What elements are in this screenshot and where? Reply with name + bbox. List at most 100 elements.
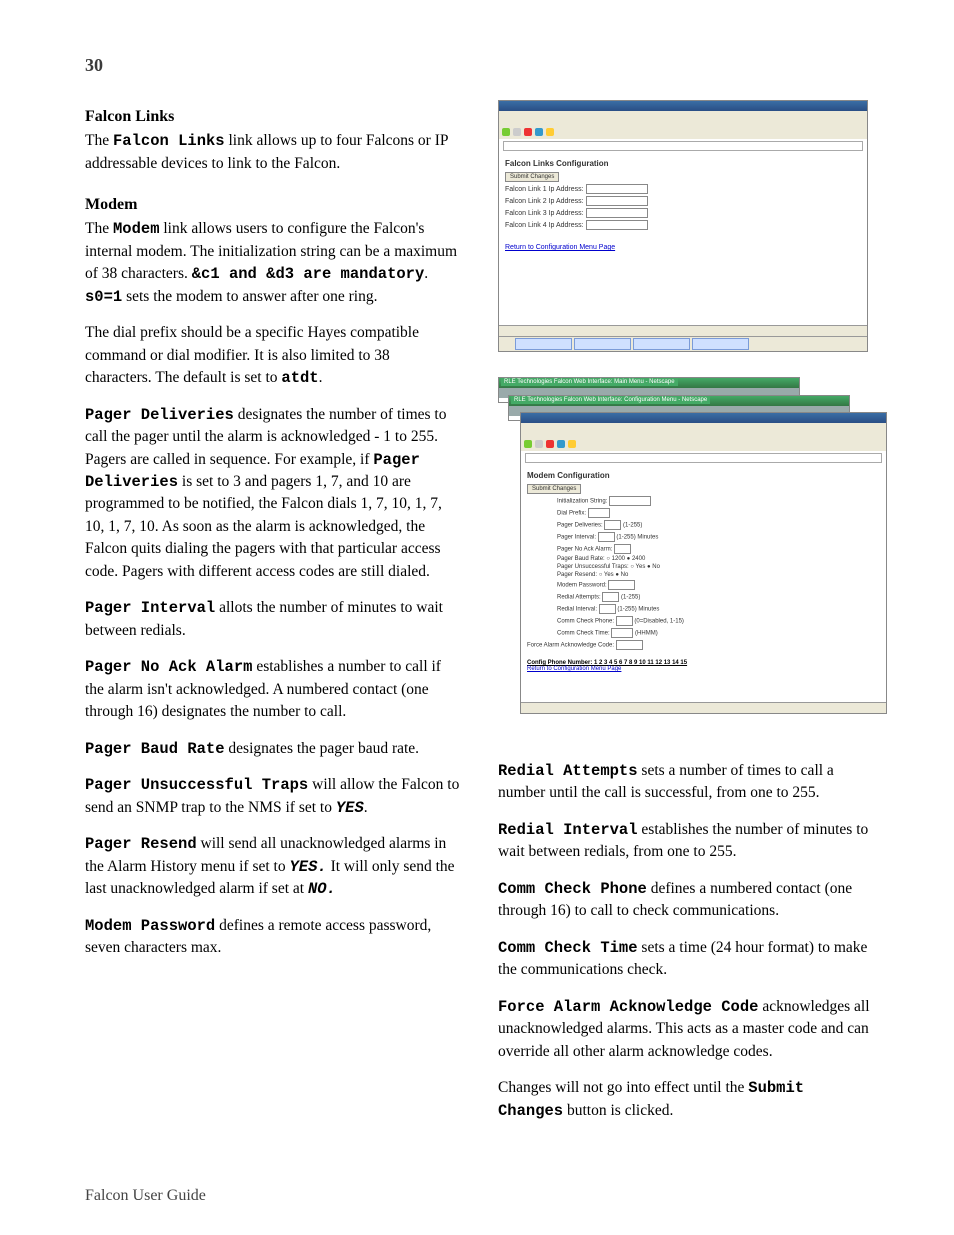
label: Falcon Link 4 Ip Address: bbox=[505, 222, 584, 229]
ie-menu-bar bbox=[499, 111, 867, 125]
modem-heading: Modem bbox=[85, 193, 460, 216]
text: Changes will not go into effect until th… bbox=[498, 1079, 748, 1096]
text-field[interactable] bbox=[604, 520, 621, 530]
form-row: Dial Prefix: bbox=[557, 508, 880, 518]
ip-field[interactable] bbox=[586, 184, 648, 194]
label: Redial Interval: bbox=[557, 607, 597, 613]
mono-text: Pager Unsuccessful Traps bbox=[85, 776, 308, 794]
hint: (1-255) bbox=[621, 595, 640, 601]
text-field[interactable] bbox=[611, 628, 633, 638]
label: Initialization String: bbox=[557, 499, 607, 505]
text-field[interactable] bbox=[599, 604, 616, 614]
modem-p4: Pager Interval allots the number of minu… bbox=[85, 597, 460, 642]
mono-text: atdt bbox=[281, 369, 318, 387]
text-field[interactable] bbox=[598, 532, 615, 542]
page-heading: Modem Configuration bbox=[527, 471, 880, 480]
modem-p5: Pager No Ack Alarm establishes a number … bbox=[85, 656, 460, 723]
task-item[interactable] bbox=[574, 338, 631, 350]
label: Modem Password: bbox=[557, 583, 607, 589]
label: Falcon Link 2 Ip Address: bbox=[505, 198, 584, 205]
ip-field[interactable] bbox=[586, 196, 648, 206]
home-icon bbox=[546, 128, 554, 136]
submit-changes-button[interactable]: Submit Changes bbox=[527, 484, 581, 494]
right-p6: Changes will not go into effect until th… bbox=[498, 1077, 873, 1122]
label: Pager Baud Rate: bbox=[557, 556, 605, 562]
mono-text: &c1 and &d3 are mandatory bbox=[192, 265, 425, 283]
ie-title-bar bbox=[499, 101, 867, 111]
text-field[interactable] bbox=[588, 508, 610, 518]
form-row: Pager Unsuccessful Traps: ○ Yes ● No bbox=[557, 564, 880, 570]
label: Pager No Ack Alarm: bbox=[557, 547, 612, 553]
page-content: Modem Configuration Submit Changes Initi… bbox=[521, 465, 886, 678]
mono-text: Redial Attempts bbox=[498, 762, 638, 780]
form-row: Pager Resend: ○ Yes ● No bbox=[557, 572, 880, 578]
screenshot-falcon-links: Falcon Links Configuration Submit Change… bbox=[498, 100, 868, 352]
task-item[interactable] bbox=[515, 338, 572, 350]
task-item[interactable] bbox=[633, 338, 690, 350]
label: Dial Prefix: bbox=[557, 511, 586, 517]
return-link[interactable]: Return to Configuration Menu Page bbox=[505, 244, 861, 251]
falcon-links-para: The Falcon Links link allows up to four … bbox=[85, 130, 460, 175]
screenshot-modem-config: RLE Technologies Falcon Web Interface: M… bbox=[498, 377, 868, 722]
text: sets the modem to answer after one ring. bbox=[122, 288, 377, 305]
taskbar bbox=[499, 336, 867, 351]
label: Force Alarm Acknowledge Code: bbox=[527, 643, 614, 649]
hint: (1-255) Minutes bbox=[616, 535, 658, 541]
address-bar bbox=[525, 453, 882, 463]
right-p5: Force Alarm Acknowledge Code acknowledge… bbox=[498, 996, 873, 1063]
text-field[interactable] bbox=[609, 496, 651, 506]
label: Pager Interval: bbox=[557, 535, 596, 541]
text-field[interactable] bbox=[614, 544, 631, 554]
falcon-link-row: Falcon Link 1 Ip Address: bbox=[505, 184, 861, 194]
ie-menu-bar bbox=[521, 423, 886, 437]
text: . bbox=[319, 369, 323, 386]
address-bar bbox=[503, 141, 863, 151]
ie-title-bar bbox=[521, 413, 886, 423]
text: . bbox=[364, 799, 368, 816]
mono-text: s0=1 bbox=[85, 288, 122, 306]
text-field[interactable] bbox=[602, 592, 619, 602]
right-column: Redial Attempts sets a number of times t… bbox=[498, 760, 873, 1136]
text-field[interactable] bbox=[608, 580, 635, 590]
mono-text: Redial Interval bbox=[498, 821, 638, 839]
label: Comm Check Phone: bbox=[557, 619, 614, 625]
form-row: Comm Check Phone: (0=Disabled, 1-15) bbox=[557, 616, 880, 626]
stop-icon bbox=[524, 128, 532, 136]
label: Redial Attempts: bbox=[557, 595, 601, 601]
mono-text: Pager Resend bbox=[85, 835, 197, 853]
home-icon bbox=[568, 440, 576, 448]
mono-text: Modem bbox=[113, 220, 160, 238]
refresh-icon bbox=[557, 440, 565, 448]
mono-text: Comm Check Phone bbox=[498, 880, 647, 898]
submit-changes-button[interactable]: Submit Changes bbox=[505, 172, 559, 182]
modem-p1: The Modem link allows users to configure… bbox=[85, 218, 460, 308]
hint: (1-255) bbox=[623, 523, 642, 529]
text: . bbox=[424, 265, 428, 282]
falcon-link-row: Falcon Link 2 Ip Address: bbox=[505, 196, 861, 206]
hint: (0=Disabled, 1-15) bbox=[634, 619, 684, 625]
forward-icon bbox=[513, 128, 521, 136]
window-title: RLE Technologies Falcon Web Interface: M… bbox=[501, 378, 678, 386]
modem-p3: Pager Deliveries designates the number o… bbox=[85, 404, 460, 584]
form-row: Initialization String: bbox=[557, 496, 880, 506]
ip-field[interactable] bbox=[586, 220, 648, 230]
mono-text: Modem Password bbox=[85, 917, 215, 935]
task-item[interactable] bbox=[692, 338, 749, 350]
refresh-icon bbox=[535, 128, 543, 136]
right-p1: Redial Attempts sets a number of times t… bbox=[498, 760, 873, 805]
text-field[interactable] bbox=[616, 640, 643, 650]
back-icon bbox=[502, 128, 510, 136]
label: Falcon Link 1 Ip Address: bbox=[505, 186, 584, 193]
text: The bbox=[85, 132, 113, 149]
ie-toolbar bbox=[521, 437, 886, 451]
text-field[interactable] bbox=[616, 616, 633, 626]
ip-field[interactable] bbox=[586, 208, 648, 218]
right-p4: Comm Check Time sets a time (24 hour for… bbox=[498, 937, 873, 982]
mono-text: Falcon Links bbox=[113, 132, 225, 150]
mono-text: Comm Check Time bbox=[498, 939, 638, 957]
return-link[interactable]: Return to Configuration Menu Page bbox=[527, 666, 880, 672]
footer: Falcon User Guide bbox=[85, 1187, 206, 1205]
form-row: Pager Baud Rate: ○ 1200 ● 2400 bbox=[557, 556, 880, 562]
text: button is clicked. bbox=[563, 1102, 673, 1119]
form-row: Pager No Ack Alarm: bbox=[557, 544, 880, 554]
